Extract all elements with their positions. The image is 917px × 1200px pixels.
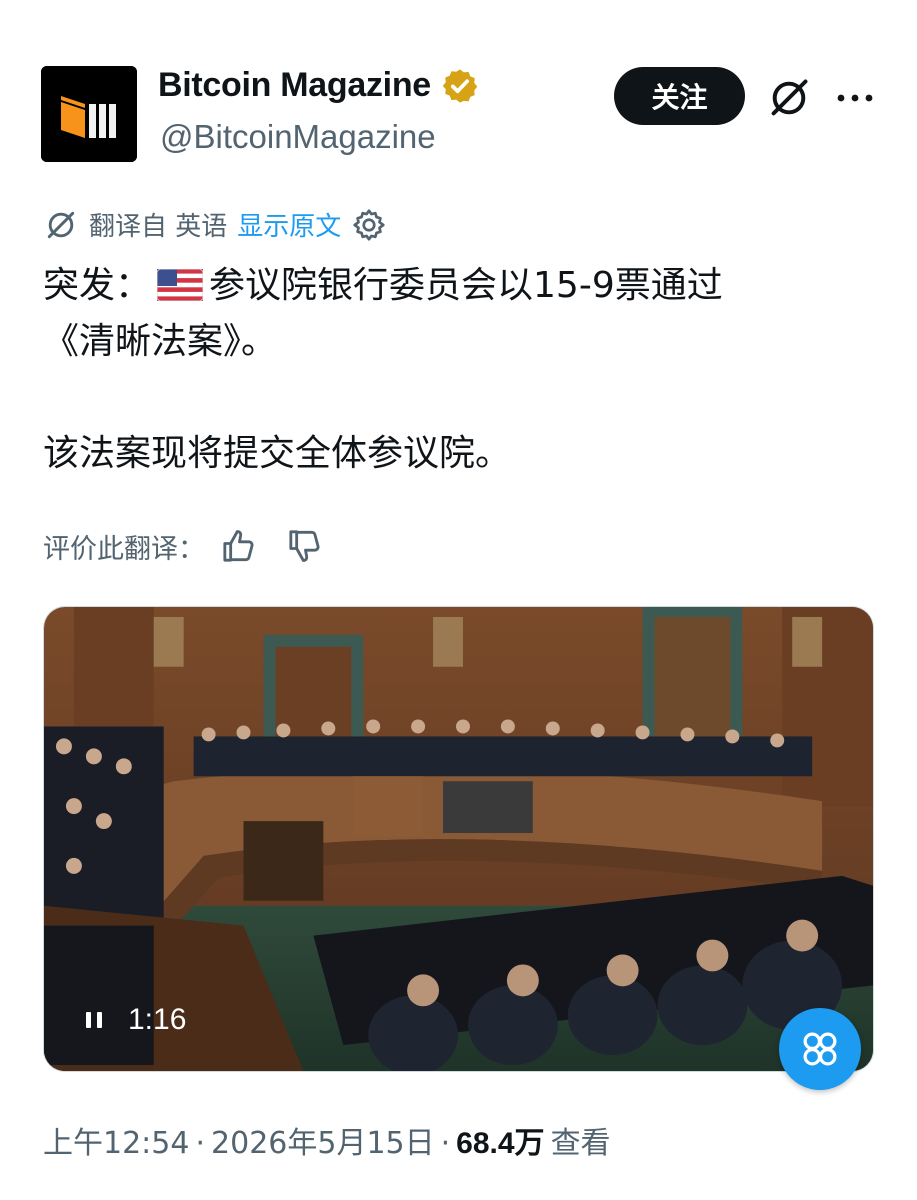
meta-separator: · [440, 1126, 451, 1161]
pause-icon[interactable] [84, 1009, 104, 1031]
us-flag-icon [157, 269, 204, 301]
rate-translation-label: 评价此翻译： [43, 533, 205, 565]
verified-badge-icon[interactable] [441, 67, 479, 105]
thumbs-up-icon[interactable] [219, 526, 259, 566]
show-original-link[interactable]: 显示原文 [237, 206, 341, 243]
tweet-line-3: 该法案现将提交全体参议院。 [43, 433, 512, 474]
avatar[interactable] [41, 66, 137, 162]
views-label: 查看 [550, 1126, 611, 1161]
translate-grok-icon [47, 211, 75, 238]
author-name[interactable]: Bitcoin Magazine [158, 66, 431, 105]
tweet-line-2: 《清晰法案》。 [43, 321, 278, 362]
translation-row: 翻译自 英语 显示原文 [43, 206, 387, 243]
video-controls: 1:16 [84, 1003, 186, 1037]
grid-circles-icon [803, 1032, 837, 1066]
author-name-row: Bitcoin Magazine [158, 66, 479, 105]
slashed-circle-icon [771, 79, 808, 116]
author-handle[interactable]: @BitcoinMagazine [160, 118, 436, 156]
tweet-line-1: 突发： 参议院银行委员会以15-9票通过 [43, 258, 873, 314]
translated-from-label: 翻译自 英语 [89, 212, 228, 242]
meta-separator: · [195, 1126, 206, 1161]
tweet-headline: 参议院银行委员会以15-9票通过 [209, 265, 723, 306]
tweet-text: 突发： 参议院银行委员会以15-9票通过 《清晰法案》。 该法案现将提交全体参议… [43, 258, 873, 482]
grok-button[interactable] [764, 73, 814, 123]
more-options-button[interactable] [830, 73, 880, 123]
video-duration: 1:16 [128, 1003, 187, 1036]
floating-action-button[interactable] [779, 1008, 861, 1090]
tweet-meta: 上午12:54 · 2026年5月15日 · 68.4万 查看 [43, 1118, 611, 1162]
more-dots-icon [837, 94, 873, 102]
senate-hearing-video-frame [44, 607, 873, 1071]
rate-translation-row: 评价此翻译： [43, 526, 325, 566]
tweet-prefix: 突发： [43, 265, 152, 306]
bitcoin-magazine-logo [41, 66, 137, 162]
thumbs-down-icon[interactable] [285, 526, 325, 566]
tweet-time[interactable]: 上午12:54 [43, 1118, 189, 1162]
views-count[interactable]: 68.4万 [456, 1118, 544, 1162]
settings-gear-icon[interactable] [351, 207, 387, 243]
tweet-date[interactable]: 2026年5月15日 [211, 1118, 435, 1162]
follow-button[interactable]: 关注 [614, 67, 745, 125]
